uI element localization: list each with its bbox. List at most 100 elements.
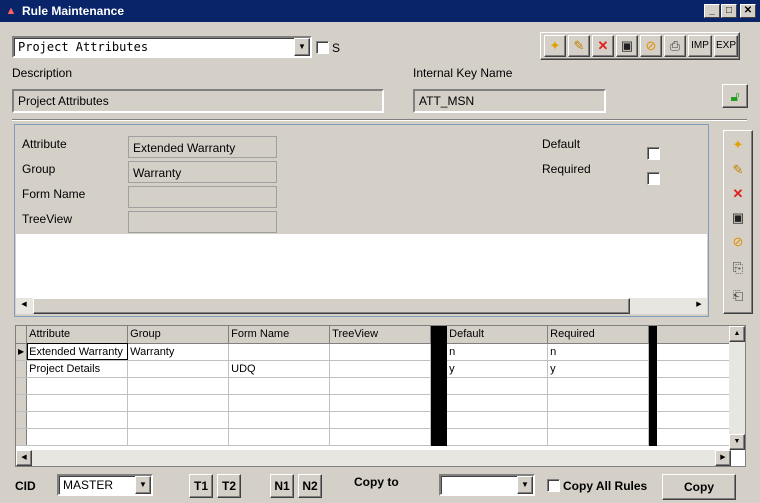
hidden-cell	[430, 360, 448, 378]
side-delete-icon[interactable]: ✕	[727, 184, 749, 206]
cell-group[interactable]	[127, 360, 230, 378]
scroll-thumb[interactable]	[33, 298, 630, 314]
unlock-icon[interactable]: 🔓︎	[722, 84, 748, 108]
col-header-treeview[interactable]: TreeView	[329, 326, 432, 344]
hidden-column	[430, 326, 448, 344]
internal-key-field[interactable]: ATT_MSN	[413, 89, 606, 113]
delete-icon[interactable]: ✕	[592, 35, 614, 57]
cell-default[interactable]: n	[446, 343, 549, 361]
side-copy-icon[interactable]: ⎘	[727, 258, 749, 280]
close-button[interactable]: ✕	[740, 4, 756, 18]
n2-button[interactable]: N2	[298, 474, 322, 498]
print-icon[interactable]: ⎙	[664, 35, 686, 57]
rule-select[interactable]: Project Attributes ▼	[12, 36, 312, 58]
col-header-empty	[656, 326, 733, 344]
rule-select-value: Project Attributes	[18, 40, 149, 54]
scroll-down-icon[interactable]: ▼	[729, 434, 745, 450]
copy-all-rules-checkbox[interactable]	[547, 479, 560, 492]
export-button[interactable]: EXP	[714, 35, 738, 57]
new-icon[interactable]: ✦	[544, 35, 566, 57]
scroll-up-icon[interactable]: ▲	[729, 326, 745, 342]
group-label: Group	[22, 162, 56, 176]
grid-scroll-left-icon[interactable]: ◀	[16, 450, 32, 466]
t1-button[interactable]: T1	[189, 474, 213, 498]
internal-key-label: Internal Key Name	[413, 66, 513, 80]
copy-button[interactable]: Copy	[662, 474, 736, 500]
rules-grid[interactable]: Attribute Group Form Name TreeView Defau…	[15, 325, 746, 467]
table-row[interactable]: Project Details UDQ y y	[16, 360, 733, 378]
chevron-down-icon[interactable]: ▼	[517, 476, 533, 494]
group-field[interactable]: Warranty	[128, 161, 277, 183]
cell-group[interactable]: Warranty	[127, 343, 230, 361]
cell-empty[interactable]	[656, 360, 733, 378]
chevron-down-icon[interactable]: ▼	[135, 476, 151, 494]
n1-button[interactable]: N1	[270, 474, 294, 498]
cid-value: MASTER	[63, 478, 114, 492]
cell-form-name[interactable]: UDQ	[228, 360, 331, 378]
cell-treeview[interactable]	[329, 360, 432, 378]
attribute-field[interactable]: Extended Warranty	[128, 136, 277, 158]
copy-all-rules-label: Copy All Rules	[563, 479, 648, 493]
save-icon[interactable]: ▣	[616, 35, 638, 57]
cell-treeview[interactable]	[329, 343, 432, 361]
form-name-label: Form Name	[22, 187, 86, 201]
cid-select[interactable]: MASTER ▼	[57, 474, 153, 496]
form-name-field[interactable]	[128, 186, 277, 208]
col-header-required[interactable]: Required	[547, 326, 650, 344]
copy-to-label: Copy to	[354, 475, 399, 489]
table-row[interactable]: ▶ Extended Warranty Warranty n n	[16, 343, 733, 361]
grid-scroll-right-icon[interactable]: ▶	[715, 450, 731, 466]
title-bar[interactable]: ▲ Rule Maintenance _ □ ✕	[0, 0, 760, 22]
cell-attribute[interactable]: Extended Warranty	[26, 343, 129, 361]
cell-required[interactable]: y	[547, 360, 650, 378]
col-header-group[interactable]: Group	[127, 326, 230, 344]
col-header-form-name[interactable]: Form Name	[228, 326, 331, 344]
default-checkbox[interactable]	[647, 147, 660, 160]
side-save-icon[interactable]: ▣	[727, 208, 749, 230]
side-paste-icon[interactable]: ⎗	[727, 286, 749, 308]
cid-label: CID	[15, 479, 36, 493]
cancel-icon[interactable]: ⊘	[640, 35, 662, 57]
description-field[interactable]: Project Attributes	[12, 89, 384, 113]
empty-row[interactable]	[16, 377, 733, 395]
treeview-label: TreeView	[22, 212, 73, 226]
treeview-field[interactable]	[128, 211, 277, 233]
grid-vertical-scrollbar[interactable]: ▲ ▼	[729, 326, 745, 450]
required-checkbox[interactable]	[647, 172, 660, 185]
minimize-button[interactable]: _	[704, 4, 720, 18]
cell-empty[interactable]	[656, 343, 733, 361]
detail-horizontal-scrollbar[interactable]: ◀ ▶	[16, 298, 707, 314]
row-header	[16, 360, 28, 378]
cell-default[interactable]: y	[446, 360, 549, 378]
window-title: Rule Maintenance	[22, 4, 125, 18]
side-cancel-icon[interactable]: ⊘	[727, 232, 749, 254]
detail-panel: Attribute Extended Warranty Group Warran…	[14, 124, 709, 317]
empty-row[interactable]	[16, 428, 733, 446]
side-edit-icon[interactable]: ✎	[727, 160, 749, 182]
detail-white-area	[16, 234, 707, 298]
copy-to-select[interactable]: ▼	[439, 474, 535, 496]
scroll-left-icon[interactable]: ◀	[16, 298, 32, 314]
cell-required[interactable]: n	[547, 343, 650, 361]
empty-row[interactable]	[16, 394, 733, 412]
edit-icon[interactable]: ✎	[568, 35, 590, 57]
cell-form-name[interactable]	[228, 343, 331, 361]
t2-button[interactable]: T2	[217, 474, 241, 498]
col-header-default[interactable]: Default	[446, 326, 549, 344]
scroll-right-icon[interactable]: ▶	[691, 298, 707, 314]
cell-attribute[interactable]: Project Details	[26, 360, 129, 378]
rules-table: Attribute Group Form Name TreeView Defau…	[16, 326, 733, 446]
main-toolbar: ✦ ✎ ✕ ▣ ⊘ ⎙ IMP EXP	[540, 32, 740, 60]
side-new-icon[interactable]: ✦	[727, 135, 749, 157]
row-pointer-icon: ▶	[16, 343, 28, 361]
chevron-down-icon[interactable]: ▼	[294, 38, 310, 56]
grid-horizontal-scrollbar[interactable]: ◀ ▶	[16, 450, 731, 466]
import-button[interactable]: IMP	[688, 35, 712, 57]
row-header-corner	[16, 326, 28, 344]
description-label: Description	[12, 66, 73, 80]
empty-row[interactable]	[16, 411, 733, 429]
separator	[12, 119, 747, 121]
col-header-attribute[interactable]: Attribute	[26, 326, 129, 344]
s-checkbox[interactable]	[316, 41, 329, 54]
maximize-button[interactable]: □	[721, 4, 737, 18]
